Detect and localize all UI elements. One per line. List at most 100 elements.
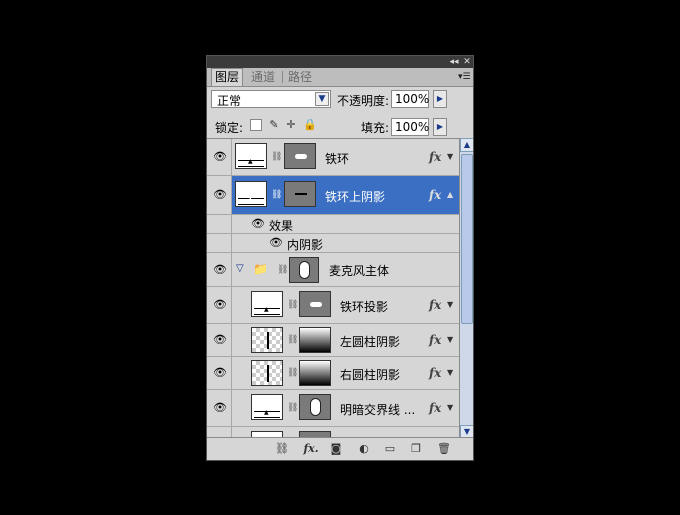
tab-layers[interactable]: 图层 [211,68,244,86]
adjustment-layer-icon[interactable]: ◐ [357,442,371,455]
fx-icon[interactable]: fx [429,401,441,415]
scrollbar-thumb[interactable] [461,154,473,324]
trash-icon[interactable]: 🗑 [437,442,451,455]
fx-icon[interactable]: fx [429,298,441,312]
layers-list: 👁 ▲ ⛓ 铁环 fx ▼ 👁 ▲ ⛓ 铁环上阴影 fx ▲ 👁 效果 👁 内阴… [207,138,459,440]
chevron-up-icon[interactable]: ▲ [447,190,453,199]
layer-thumbnail: ▲ [235,181,267,207]
lock-brush-icon[interactable]: ✎ [268,119,280,131]
layer-name: 铁环上阴影 [325,190,386,204]
folder-icon: 📁 [253,262,268,276]
layer-mask-thumbnail [299,327,331,353]
layer-thumbnail: ▲ [235,143,267,169]
lock-label: 锁定: [215,121,244,135]
opacity-label: 不透明度: [337,94,390,108]
visibility-cell[interactable]: 👁 [207,357,232,389]
add-style-fx-icon[interactable]: fx. [301,442,321,455]
lock-transparency-icon[interactable] [250,119,262,131]
new-layer-icon[interactable]: ❐ [409,442,423,455]
tab-paths[interactable]: 路径 [285,68,315,86]
chevron-down-icon[interactable]: ▼ [447,152,453,161]
panel-tabs: 图层 通道 路径 ▾☰ [207,68,473,87]
fill-slider-arrow-icon[interactable]: ▶ [433,118,447,136]
chevron-down-icon[interactable]: ▼ [315,92,329,106]
lock-move-icon[interactable]: ✛ [285,119,297,131]
fx-icon[interactable]: fx [429,333,441,347]
layer-name: 右圆柱阴影 [340,368,401,382]
blend-mode-select[interactable]: 正常 ▼ [211,90,331,108]
scroll-up-icon[interactable]: ▲ [460,138,473,152]
tab-separator [282,71,283,83]
layer-name: 铁环投影 [340,300,389,314]
layers-scrollbar[interactable]: ▲ ▼ [459,138,473,439]
effect-row[interactable]: 👁 内阴影 [207,234,459,253]
layer-mask-thumbnail [299,360,331,386]
layer-name: 左圆柱阴影 [340,335,401,349]
fx-icon[interactable]: fx [429,188,441,202]
link-icon: ⛓ [287,335,299,345]
lock-all-icon[interactable]: 🔒 [303,119,317,131]
link-icon: ⛓ [271,152,283,162]
chevron-down-icon[interactable]: ▼ [447,368,453,377]
layer-thumbnail [251,360,283,386]
fill-label: 填充: [361,121,390,135]
opacity-slider-arrow-icon[interactable]: ▶ [433,90,447,108]
chevron-down-icon[interactable]: ▼ [447,403,453,412]
layer-row[interactable]: 👁 ▲ ⛓ 明暗交界线 ... fx ▼ [207,390,459,427]
layers-panel: ◂◂ ✕ 图层 通道 路径 ▾☰ 正常 ▼ 不透明度: 100% ▶ 锁定: ✎… [206,55,474,461]
chevron-down-icon[interactable]: ▼ [447,300,453,309]
opacity-input[interactable]: 100% [391,90,429,108]
link-layers-icon[interactable]: ⛓ [275,442,289,455]
visibility-cell[interactable]: 👁 [207,253,232,286]
layer-mask-thumbnail [284,181,316,207]
chevron-down-icon[interactable]: ▼ [447,335,453,344]
effects-header-row[interactable]: 👁 效果 [207,215,459,234]
blend-mode-value: 正常 [217,94,242,108]
fx-icon[interactable]: fx [429,366,441,380]
link-icon: ⛓ [271,190,283,200]
layer-row[interactable]: 👁 ⛓ 左圆柱阴影 fx ▼ [207,324,459,357]
new-group-icon[interactable]: ▭ [383,442,397,455]
double-chevron-left-icon[interactable]: ◂◂ [449,57,459,67]
layer-row[interactable]: 👁 ⛓ 右圆柱阴影 fx ▼ [207,357,459,390]
group-name: 麦克风主体 [329,264,390,278]
layer-mask-thumbnail [284,143,316,169]
tab-channels[interactable]: 通道 [248,68,278,86]
panel-bottom-toolbar: ⛓ fx. ◙ ◐ ▭ ❐ 🗑 [207,437,473,460]
close-icon[interactable]: ✕ [462,57,472,67]
eye-icon[interactable]: 👁 [212,367,228,379]
panel-titlebar: ◂◂ ✕ [207,56,473,68]
eye-icon[interactable]: 👁 [268,237,284,249]
group-mask-thumbnail [289,257,319,283]
link-icon: ⛓ [277,265,289,275]
link-icon: ⛓ [287,403,299,413]
eye-icon[interactable]: 👁 [212,151,228,163]
eye-icon[interactable]: 👁 [250,218,266,230]
expand-triangle-icon[interactable]: ▽ [236,263,244,274]
link-icon: ⛓ [287,300,299,310]
visibility-cell[interactable]: 👁 [207,176,232,214]
layer-row-selected[interactable]: 👁 ▲ ⛓ 铁环上阴影 fx ▲ [207,176,459,215]
layer-thumbnail: ▲ [251,394,283,420]
effects-label: 效果 [269,219,294,233]
visibility-cell[interactable]: 👁 [207,390,232,426]
eye-icon[interactable]: 👁 [212,402,228,414]
fill-input[interactable]: 100% [391,118,429,136]
layer-row[interactable]: 👁 ▲ ⛓ 铁环投影 fx ▼ [207,287,459,324]
panel-menu-icon[interactable]: ▾☰ [458,72,471,82]
layer-row[interactable]: 👁 ▲ ⛓ 铁环 fx ▼ [207,139,459,176]
link-icon: ⛓ [287,368,299,378]
group-row[interactable]: 👁 ▽ 📁 ⛓ 麦克风主体 [207,253,459,287]
layer-thumbnail [251,327,283,353]
visibility-cell[interactable]: 👁 [207,139,232,175]
eye-icon[interactable]: 👁 [212,264,228,276]
fx-icon[interactable]: fx [429,150,441,164]
eye-icon[interactable]: 👁 [212,334,228,346]
layer-mask-thumbnail [299,394,331,420]
layer-mask-thumbnail [299,291,331,317]
add-mask-icon[interactable]: ◙ [329,442,343,455]
visibility-cell[interactable]: 👁 [207,324,232,356]
visibility-cell[interactable]: 👁 [207,287,232,323]
eye-icon[interactable]: 👁 [212,299,228,311]
eye-icon[interactable]: 👁 [212,189,228,201]
